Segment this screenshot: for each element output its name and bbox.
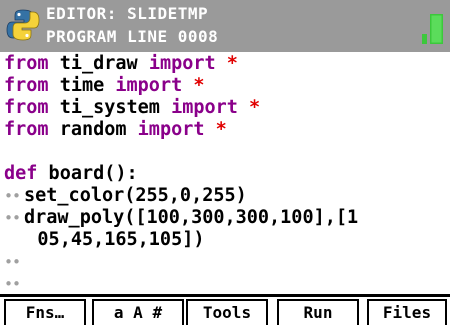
code-line-wrapped[interactable]: 05,45,165,105])	[4, 229, 204, 251]
code-text: ti_system	[48, 97, 172, 118]
keyword: import	[115, 75, 183, 96]
keyword: import	[137, 119, 205, 140]
char-mode-button[interactable]: a A #	[92, 299, 184, 325]
keyword: import	[148, 53, 216, 74]
keyword: import	[171, 97, 238, 118]
code-line[interactable]: from ti_system import *	[4, 97, 260, 119]
code-text: random	[48, 119, 138, 140]
run-button[interactable]: Run	[277, 299, 359, 325]
wildcard-star: *	[204, 119, 227, 140]
code-text: time	[48, 75, 116, 96]
code-line[interactable]: ••	[4, 251, 24, 273]
code-line[interactable]: •• draw_poly([100,300,300,100],[1	[4, 207, 358, 229]
code-text: board():	[37, 163, 138, 184]
keyword: from	[4, 75, 49, 96]
soft-key-menu: Fns… a A # Tools Run Files	[0, 294, 450, 327]
fns-button[interactable]: Fns…	[4, 299, 86, 325]
calculator-screen: EDITOR: SLIDETMP PROGRAM LINE 0008 from …	[0, 0, 450, 327]
wildcard-star: *	[237, 97, 261, 118]
wildcard-star: *	[182, 75, 205, 96]
code-line[interactable]: •• set_color(255,0,255)	[4, 185, 247, 207]
indent-marker: ••	[4, 187, 21, 205]
code-line[interactable]: from time import *	[4, 75, 205, 97]
code-text: 05,45,165,105])	[4, 229, 205, 250]
code-line[interactable]: from ti_draw import *	[4, 53, 238, 75]
keyword: def	[4, 163, 38, 184]
code-line[interactable]: from random import *	[4, 119, 227, 141]
wildcard-star: *	[215, 53, 238, 74]
keyword: from	[4, 97, 49, 118]
indent-marker: ••	[4, 275, 21, 293]
program-line-indicator: PROGRAM LINE 0008	[46, 27, 219, 46]
menu-divider	[0, 294, 450, 297]
code-text: set_color(255,0,255)	[24, 185, 247, 206]
keyword: from	[4, 53, 49, 74]
battery-icon	[422, 14, 443, 44]
python-logo-icon	[6, 9, 40, 41]
editor-title: EDITOR: SLIDETMP	[46, 4, 209, 23]
code-line[interactable]: def board():	[4, 163, 138, 185]
indent-marker: ••	[4, 253, 21, 271]
code-editor[interactable]: from ti_draw import * from time import *…	[0, 52, 450, 294]
code-text: ti_draw	[48, 53, 149, 74]
code-text: draw_poly([100,300,300,100],[1	[24, 207, 359, 228]
editor-header: EDITOR: SLIDETMP PROGRAM LINE 0008	[0, 0, 450, 52]
code-line[interactable]: ••	[4, 273, 24, 295]
files-button[interactable]: Files	[367, 299, 447, 325]
indent-marker: ••	[4, 209, 21, 227]
keyword: from	[4, 119, 49, 140]
tools-button[interactable]: Tools	[186, 299, 268, 325]
